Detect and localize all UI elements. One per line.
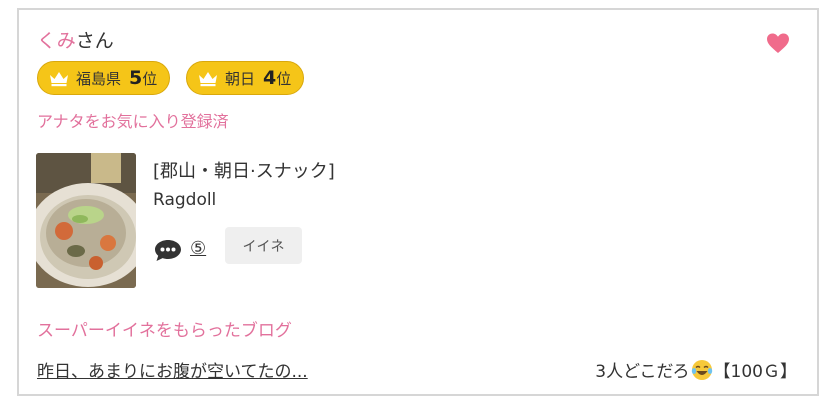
like-button[interactable]: イイネ (225, 227, 302, 264)
post-photo[interactable] (36, 153, 136, 288)
crown-icon (50, 71, 68, 86)
blog-points: 【100Ｇ】 (713, 362, 797, 382)
ranking-badge-area[interactable]: 朝日 4 位 (186, 61, 305, 95)
ranking-unit: 位 (276, 69, 292, 88)
ranking-region: 朝日 (225, 69, 256, 88)
blog-card: くみさん 福島県 5 位 朝日 4 位 アナタをお気に入り登録済 [郡山・朝日·… (17, 8, 819, 396)
ranking-number: 5 (129, 67, 143, 89)
ranking-unit: 位 (142, 69, 158, 88)
favorite-status: アナタをお気に入り登録済 (37, 112, 229, 131)
blog-title-link[interactable]: 昨日、あまりにお腹が空いてたの... (37, 357, 308, 382)
laughing-tears-emoji-icon (691, 359, 712, 380)
comment-count[interactable]: ⑤ (190, 238, 206, 259)
user-name-text[interactable]: くみ (37, 30, 76, 52)
comment-bubble-icon[interactable] (153, 238, 183, 262)
blog-meta-text: 3人どこだろ (595, 362, 690, 382)
ranking-number: 4 (263, 67, 277, 89)
crown-icon (199, 71, 217, 86)
super-like-blog-heading: スーパーイイネをもらったブログ (37, 321, 292, 341)
ranking-badge-prefecture[interactable]: 福島県 5 位 (37, 61, 171, 95)
shop-name[interactable]: Ragdoll (153, 190, 216, 210)
user-name-suffix: さん (75, 30, 114, 52)
user-name[interactable]: くみさん (37, 28, 114, 54)
post-category[interactable]: [郡山・朝日·スナック] (153, 157, 335, 183)
ranking-region: 福島県 (76, 69, 122, 88)
heart-icon[interactable] (766, 32, 790, 54)
blog-meta: 3人どこだろ 【100Ｇ】 (595, 357, 797, 382)
